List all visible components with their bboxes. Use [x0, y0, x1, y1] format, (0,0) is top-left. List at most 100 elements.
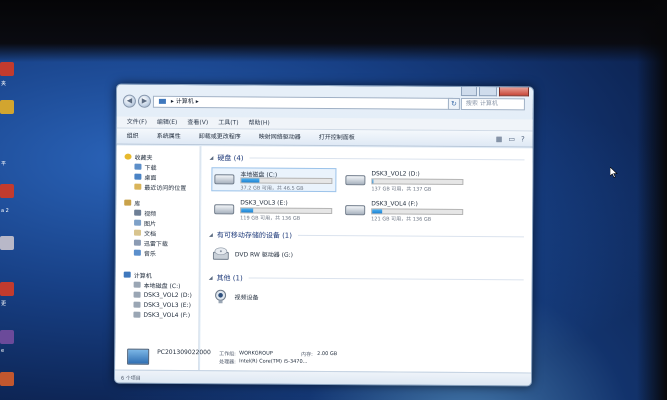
drive-tile-e[interactable]: DSK3_VOL3 (E:) 119 GB 可用，共 136 GB: [211, 197, 336, 222]
group-divider: [249, 157, 525, 161]
nav-item-videos[interactable]: 视频: [116, 208, 199, 219]
computer-name: PC201309022000: [157, 348, 211, 357]
nav-item-label: 桌面: [144, 174, 157, 182]
desktop-icon[interactable]: [0, 62, 14, 76]
maximize-button[interactable]: [478, 87, 498, 97]
computer-icon: [123, 271, 131, 278]
drive-icon: [133, 291, 141, 298]
nav-computer[interactable]: 计算机: [116, 270, 199, 281]
toolbar-right-group: ▦ ▭ ?: [496, 135, 525, 143]
minimize-button[interactable]: [460, 86, 478, 97]
nav-libraries-label: 库: [134, 200, 141, 208]
star-icon: [124, 153, 132, 160]
hard-disk-icon: [345, 205, 366, 216]
nav-item-label: 迅雷下载: [143, 240, 168, 248]
menu-tools[interactable]: 工具(T): [218, 117, 238, 128]
nav-item-pictures[interactable]: 图片: [116, 218, 199, 229]
desktop-icon[interactable]: [0, 330, 14, 344]
group-divider: [297, 234, 524, 238]
explorer-window[interactable]: ◀ ▶ ▸ 计算机 ▸ ↻ 搜索 计算机 文件(F) 编辑(E) 查看(V) 工…: [113, 83, 535, 387]
collapse-arrow-icon[interactable]: ◢: [209, 232, 213, 238]
close-button[interactable]: [498, 87, 530, 97]
menu-edit[interactable]: 编辑(E): [157, 117, 178, 128]
collapse-arrow-icon[interactable]: ◢: [209, 275, 213, 281]
open-control-panel-button[interactable]: 打开控制面板: [319, 130, 355, 145]
dvd-drive-item[interactable]: DVD RW 驱动器 (G:): [212, 242, 534, 268]
mouse-cursor-icon: [610, 167, 618, 178]
organize-button[interactable]: 组织: [127, 129, 139, 144]
drive-usage-bar: [240, 177, 333, 185]
nav-item-drive-c[interactable]: 本地磁盘 (C:): [116, 280, 199, 291]
map-network-drive-button[interactable]: 映射网络驱动器: [259, 130, 301, 145]
desktop-icon[interactable]: [0, 372, 14, 386]
group-header-label: 硬盘 (4): [217, 153, 244, 162]
breadcrumb-chevron-icon[interactable]: ▸: [196, 98, 199, 105]
drive-usage-fill: [372, 209, 383, 214]
nav-item-documents[interactable]: 文档: [116, 228, 199, 239]
desktop-icon-label: a 2: [1, 208, 9, 214]
video-device-item[interactable]: 视频设备: [212, 285, 533, 311]
refresh-button[interactable]: ↻: [447, 97, 460, 110]
picture-library-icon: [134, 219, 142, 226]
desktop-icon[interactable]: [0, 282, 14, 296]
content-pane: ◢ 硬盘 (4) 本地磁盘 (C:) 37.2 GB 可用，共 46.5 GB …: [200, 146, 535, 373]
nav-item-label: 图片: [144, 220, 157, 228]
menu-help[interactable]: 帮助(H): [249, 117, 270, 128]
drive-free-space: 119 GB 可用，共 136 GB: [240, 215, 301, 222]
drive-free-space: 137 GB 可用，共 137 GB: [371, 186, 432, 193]
menu-view[interactable]: 查看(V): [187, 117, 208, 128]
drive-usage-bar: [371, 208, 464, 215]
nav-item-thunder-downloads[interactable]: 迅雷下载: [116, 238, 199, 249]
video-device-label: 视频设备: [234, 294, 259, 302]
nav-favorites[interactable]: 收藏夹: [117, 152, 200, 163]
drive-name: DSK3_VOL3 (E:): [240, 199, 288, 207]
view-options-icon[interactable]: ▦: [496, 135, 503, 143]
address-bar[interactable]: ▸ 计算机 ▸: [152, 95, 453, 110]
nav-item-drive-f[interactable]: DSK3_VOL4 (F:): [115, 310, 198, 321]
nav-item-drive-d[interactable]: DSK3_VOL2 (D:): [116, 290, 199, 301]
group-header-removable[interactable]: ◢ 有可移动存储的设备 (1): [209, 229, 534, 242]
computer-monitor-icon: [127, 348, 150, 365]
nav-item-music[interactable]: 音乐: [116, 248, 199, 259]
desktop-icon[interactable]: [0, 184, 14, 198]
nav-item-desktop[interactable]: 桌面: [116, 172, 199, 183]
nav-item-label: DSK3_VOL2 (D:): [143, 291, 192, 299]
nav-item-downloads[interactable]: 下载: [116, 162, 199, 173]
drive-usage-fill: [241, 208, 253, 213]
drive-grid: 本地磁盘 (C:) 37.2 GB 可用，共 46.5 GB DSK3_VOL2…: [211, 167, 534, 223]
dvd-drive-label: DVD RW 驱动器 (G:): [234, 251, 294, 259]
drive-name: DSK3_VOL2 (D:): [371, 170, 420, 178]
help-icon[interactable]: ?: [521, 135, 525, 143]
desktop-folder-icon: [134, 173, 142, 180]
nav-item-label: DSK3_VOL4 (F:): [143, 311, 191, 319]
drive-name: DSK3_VOL4 (F:): [371, 200, 418, 208]
desktop-icon[interactable]: [0, 236, 14, 250]
dvd-drive-icon: [212, 246, 229, 260]
drive-tile-d[interactable]: DSK3_VOL2 (D:) 137 GB 可用，共 137 GB: [342, 168, 467, 193]
breadcrumb-computer[interactable]: 计算机: [176, 98, 194, 105]
recent-places-icon: [134, 183, 142, 190]
preview-pane-icon[interactable]: ▭: [508, 135, 515, 143]
group-header-hard-disks[interactable]: ◢ 硬盘 (4): [209, 152, 534, 165]
collapse-arrow-icon[interactable]: ◢: [210, 155, 214, 161]
menu-file[interactable]: 文件(F): [127, 117, 147, 128]
music-library-icon: [133, 249, 141, 256]
group-header-other[interactable]: ◢ 其他 (1): [209, 272, 534, 285]
drive-icon: [133, 281, 141, 288]
nav-libraries[interactable]: 库: [116, 198, 199, 209]
download-folder-icon: [134, 163, 142, 170]
desktop-icon[interactable]: [0, 100, 14, 114]
uninstall-program-button[interactable]: 卸载或更改程序: [199, 129, 241, 144]
nav-item-recent[interactable]: 最近访问的位置: [116, 182, 199, 193]
search-input[interactable]: 搜索 计算机: [460, 97, 525, 111]
drive-tile-f[interactable]: DSK3_VOL4 (F:) 121 GB 可用，共 136 GB: [342, 198, 467, 223]
details-pane: PC201309022000 工作组: WORKGROUP 内存: 2.00 G…: [114, 348, 532, 387]
back-button[interactable]: ◀: [122, 94, 136, 108]
system-properties-button[interactable]: 系统属性: [157, 129, 181, 144]
drive-tile-c[interactable]: 本地磁盘 (C:) 37.2 GB 可用，共 46.5 GB: [211, 167, 337, 193]
monitor-bezel-top: [0, 0, 667, 62]
title-bar[interactable]: ◀ ▶ ▸ 计算机 ▸ ↻ 搜索 计算机: [117, 85, 533, 120]
forward-button[interactable]: ▶: [137, 94, 151, 108]
desktop-icon-label: 更: [1, 301, 7, 307]
nav-item-drive-e[interactable]: DSK3_VOL3 (E:): [115, 300, 198, 311]
